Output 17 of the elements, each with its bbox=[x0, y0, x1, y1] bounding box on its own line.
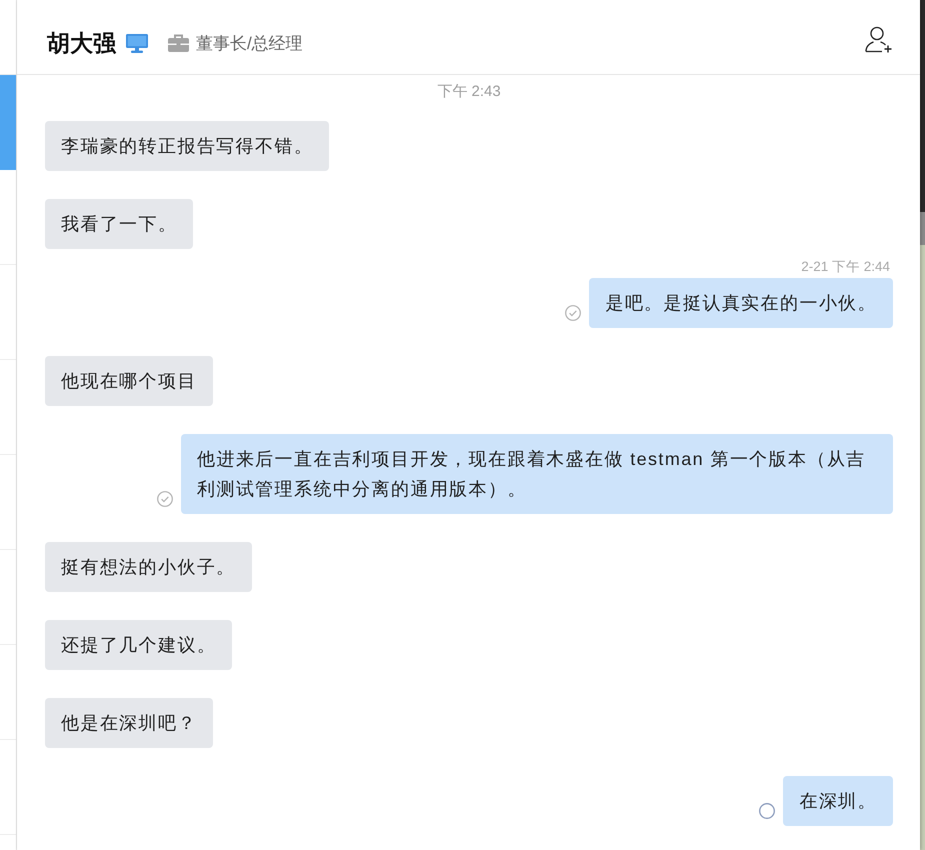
message-time: 2-21 下午 2:44 bbox=[801, 259, 890, 275]
add-contact-icon[interactable] bbox=[865, 25, 893, 53]
monitor-icon bbox=[126, 34, 148, 52]
message-bubble: 在深圳。 bbox=[783, 776, 893, 826]
message-bubble: 挺有想法的小伙子。 bbox=[45, 542, 252, 592]
contact-name: 胡大强 bbox=[47, 28, 116, 58]
message-bubble: 他现在哪个项目 bbox=[45, 356, 213, 406]
message-bubble: 李瑞豪的转正报告写得不错。 bbox=[45, 121, 330, 171]
message-bubble: 他进来后一直在吉利项目开发，现在跟着木盛在做 testman 第一个版本（从吉利测试管理系统中分离的通用版本）。 bbox=[181, 434, 893, 514]
message-bubble: 我看了一下。 bbox=[45, 199, 194, 249]
conversation-item[interactable] bbox=[0, 75, 16, 170]
timestamp: 下午 2:43 bbox=[437, 82, 501, 102]
contact-title: 董事长/总经理 bbox=[196, 32, 303, 54]
briefcase-icon bbox=[168, 34, 189, 52]
message-bubble: 还提了几个建议。 bbox=[45, 620, 232, 670]
message-bubble: 他是在深圳吧？ bbox=[45, 698, 213, 748]
message-bubble: 是吧。是挺认真实在的一小伙。 bbox=[589, 278, 893, 328]
